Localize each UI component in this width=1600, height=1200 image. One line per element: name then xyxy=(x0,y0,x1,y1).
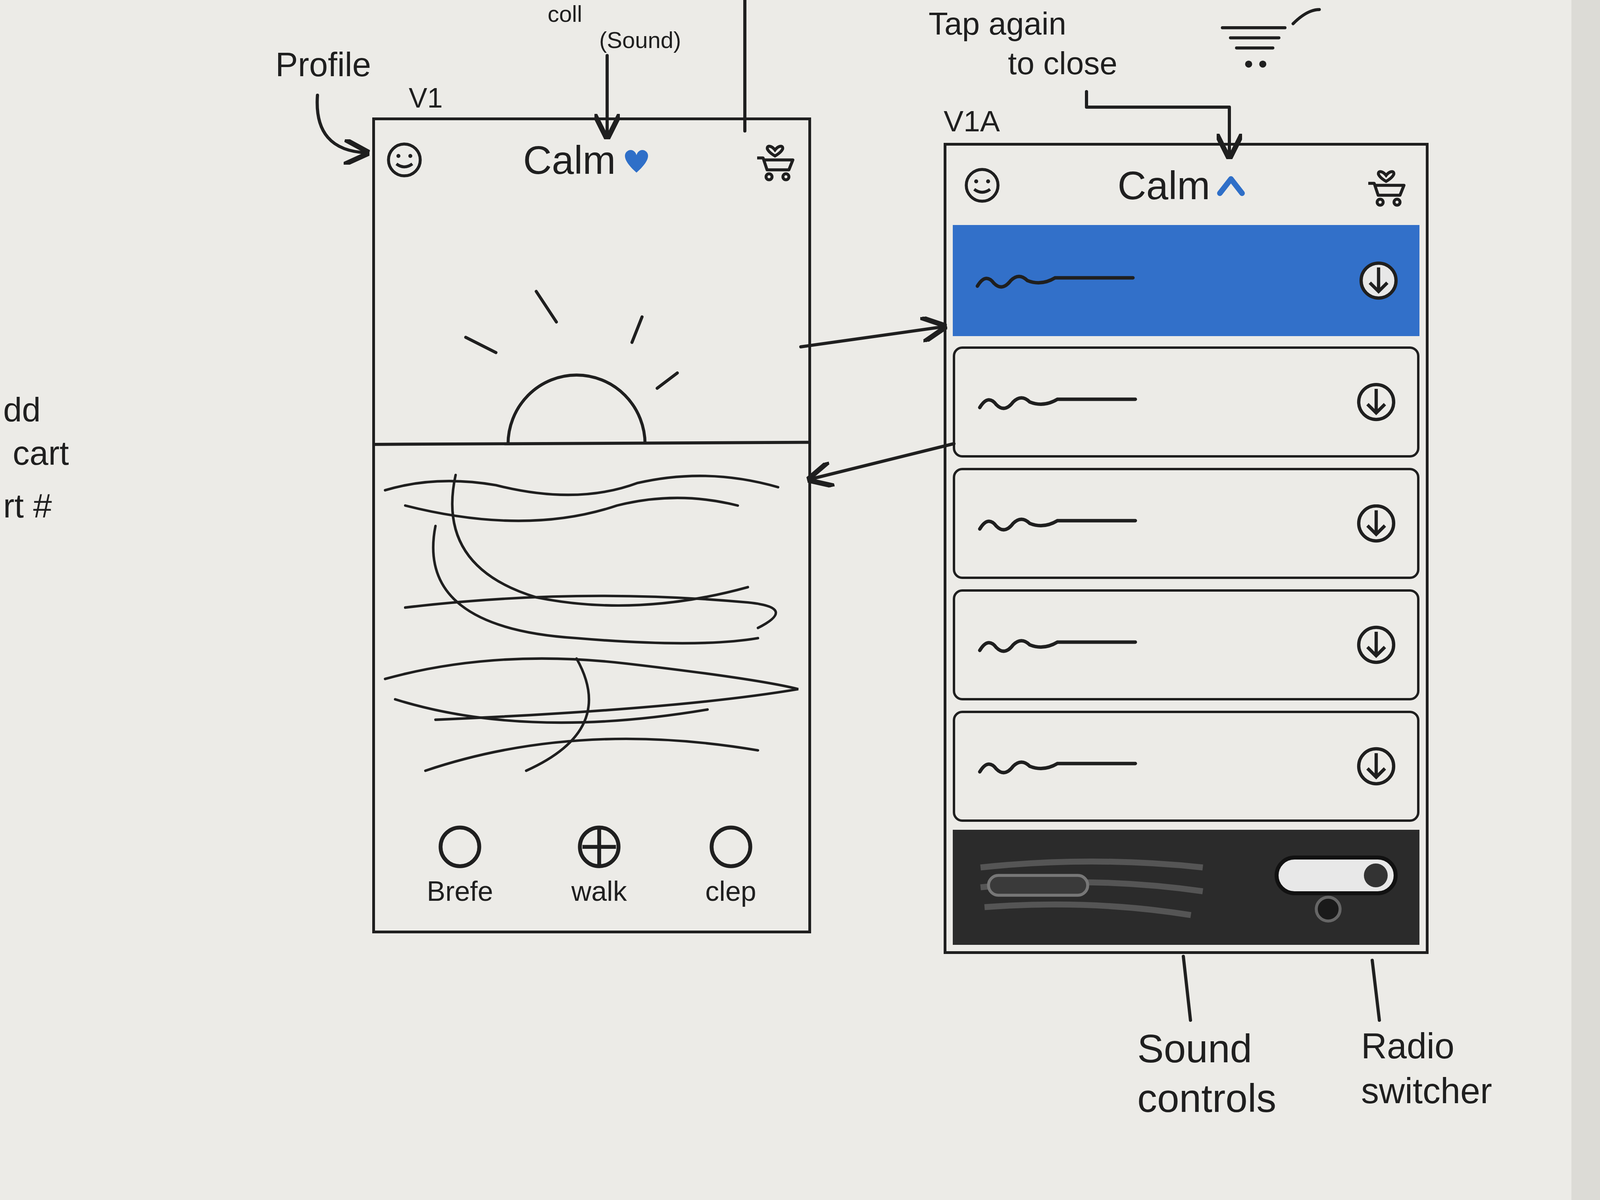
radio-switcher-note: Radioswitcher xyxy=(1361,1023,1493,1114)
annotation-arrows-icon xyxy=(0,0,1600,1200)
note-text: dd xyxy=(3,392,70,427)
download-icon[interactable] xyxy=(1354,623,1399,667)
nav-item[interactable]: clep xyxy=(705,821,757,910)
note-text: cart xyxy=(3,436,70,470)
bottom-nav: Brefe walk clep xyxy=(375,811,809,931)
version-label: V1A xyxy=(943,106,1000,137)
nav-item[interactable]: Brefe xyxy=(426,821,493,910)
download-icon[interactable] xyxy=(1354,380,1399,424)
app-header: Calm xyxy=(375,120,809,200)
row-label-squiggle-icon xyxy=(974,630,1141,659)
note-text: coll xyxy=(547,2,681,26)
sound-list xyxy=(952,225,1420,822)
app-header: Calm xyxy=(952,145,1420,225)
row-label-squiggle-icon xyxy=(974,388,1141,416)
note-text: (Sound) xyxy=(547,25,681,52)
download-icon[interactable] xyxy=(1354,501,1399,546)
note-text: Tap again xyxy=(928,3,1118,44)
sunrise-picture xyxy=(375,199,809,812)
radio-switcher-icon[interactable] xyxy=(1268,849,1404,925)
note-text: rt # xyxy=(3,479,70,523)
row-label-squiggle-icon xyxy=(974,509,1141,538)
sound-row[interactable] xyxy=(952,467,1420,579)
note-text: controls xyxy=(1137,1073,1277,1124)
row-label-squiggle-icon xyxy=(974,752,1141,781)
left-cut-notes: dd cart rt # xyxy=(3,392,70,523)
sketch-page: dd cart rt # Profile V1 coll(Sound) Tap againt… xyxy=(0,0,1600,1200)
nav-label: clep xyxy=(705,874,756,910)
expanded-chevron-icon[interactable] xyxy=(1215,169,1247,202)
sound-controls-note: Soundcontrols xyxy=(1137,1023,1277,1124)
cart-icon[interactable] xyxy=(1362,161,1410,210)
nav-label: Brefe xyxy=(426,874,493,910)
tap-close-note: Tap againto close xyxy=(928,3,1118,84)
title-toggle[interactable]: Calm xyxy=(1117,165,1247,206)
profile-icon[interactable] xyxy=(962,165,1002,206)
note-text: Radio xyxy=(1361,1023,1493,1069)
walk-plus-icon[interactable] xyxy=(573,821,625,873)
profile-note: Profile xyxy=(275,47,372,82)
sound-row[interactable] xyxy=(952,346,1420,458)
sound-row[interactable] xyxy=(952,225,1420,337)
filter-sketch-icon xyxy=(1214,5,1326,77)
collapsed-heart-icon[interactable] xyxy=(620,144,653,176)
collapse-note: coll(Sound) xyxy=(547,2,681,52)
sound-row[interactable] xyxy=(952,710,1420,822)
cart-icon[interactable] xyxy=(751,136,799,184)
row-label-squiggle-icon xyxy=(971,266,1139,295)
app-title: Calm xyxy=(1117,165,1210,206)
download-icon[interactable] xyxy=(1354,744,1399,789)
profile-icon[interactable] xyxy=(384,140,425,180)
page-edge xyxy=(1571,0,1600,1200)
title-toggle[interactable]: Calm xyxy=(523,140,652,180)
sound-list-screen: Calm xyxy=(943,142,1429,954)
note-text: switcher xyxy=(1361,1068,1493,1114)
nav-circle-icon[interactable] xyxy=(434,821,486,873)
nav-item[interactable]: walk xyxy=(571,821,627,910)
sound-controls-bar[interactable] xyxy=(952,829,1420,945)
note-text: to close xyxy=(928,43,1118,84)
app-title: Calm xyxy=(523,140,616,180)
note-text: Sound xyxy=(1137,1023,1277,1074)
home-screen: Calm Brefe walk clep xyxy=(372,117,812,934)
download-icon[interactable] xyxy=(1356,258,1401,303)
version-label: V1 xyxy=(408,84,443,112)
nav-circle-icon[interactable] xyxy=(705,821,757,873)
nav-label: walk xyxy=(571,874,627,910)
sound-row[interactable] xyxy=(952,589,1420,701)
sound-controls-scribble-icon xyxy=(968,847,1215,927)
sunrise-sea-icon xyxy=(375,199,809,812)
